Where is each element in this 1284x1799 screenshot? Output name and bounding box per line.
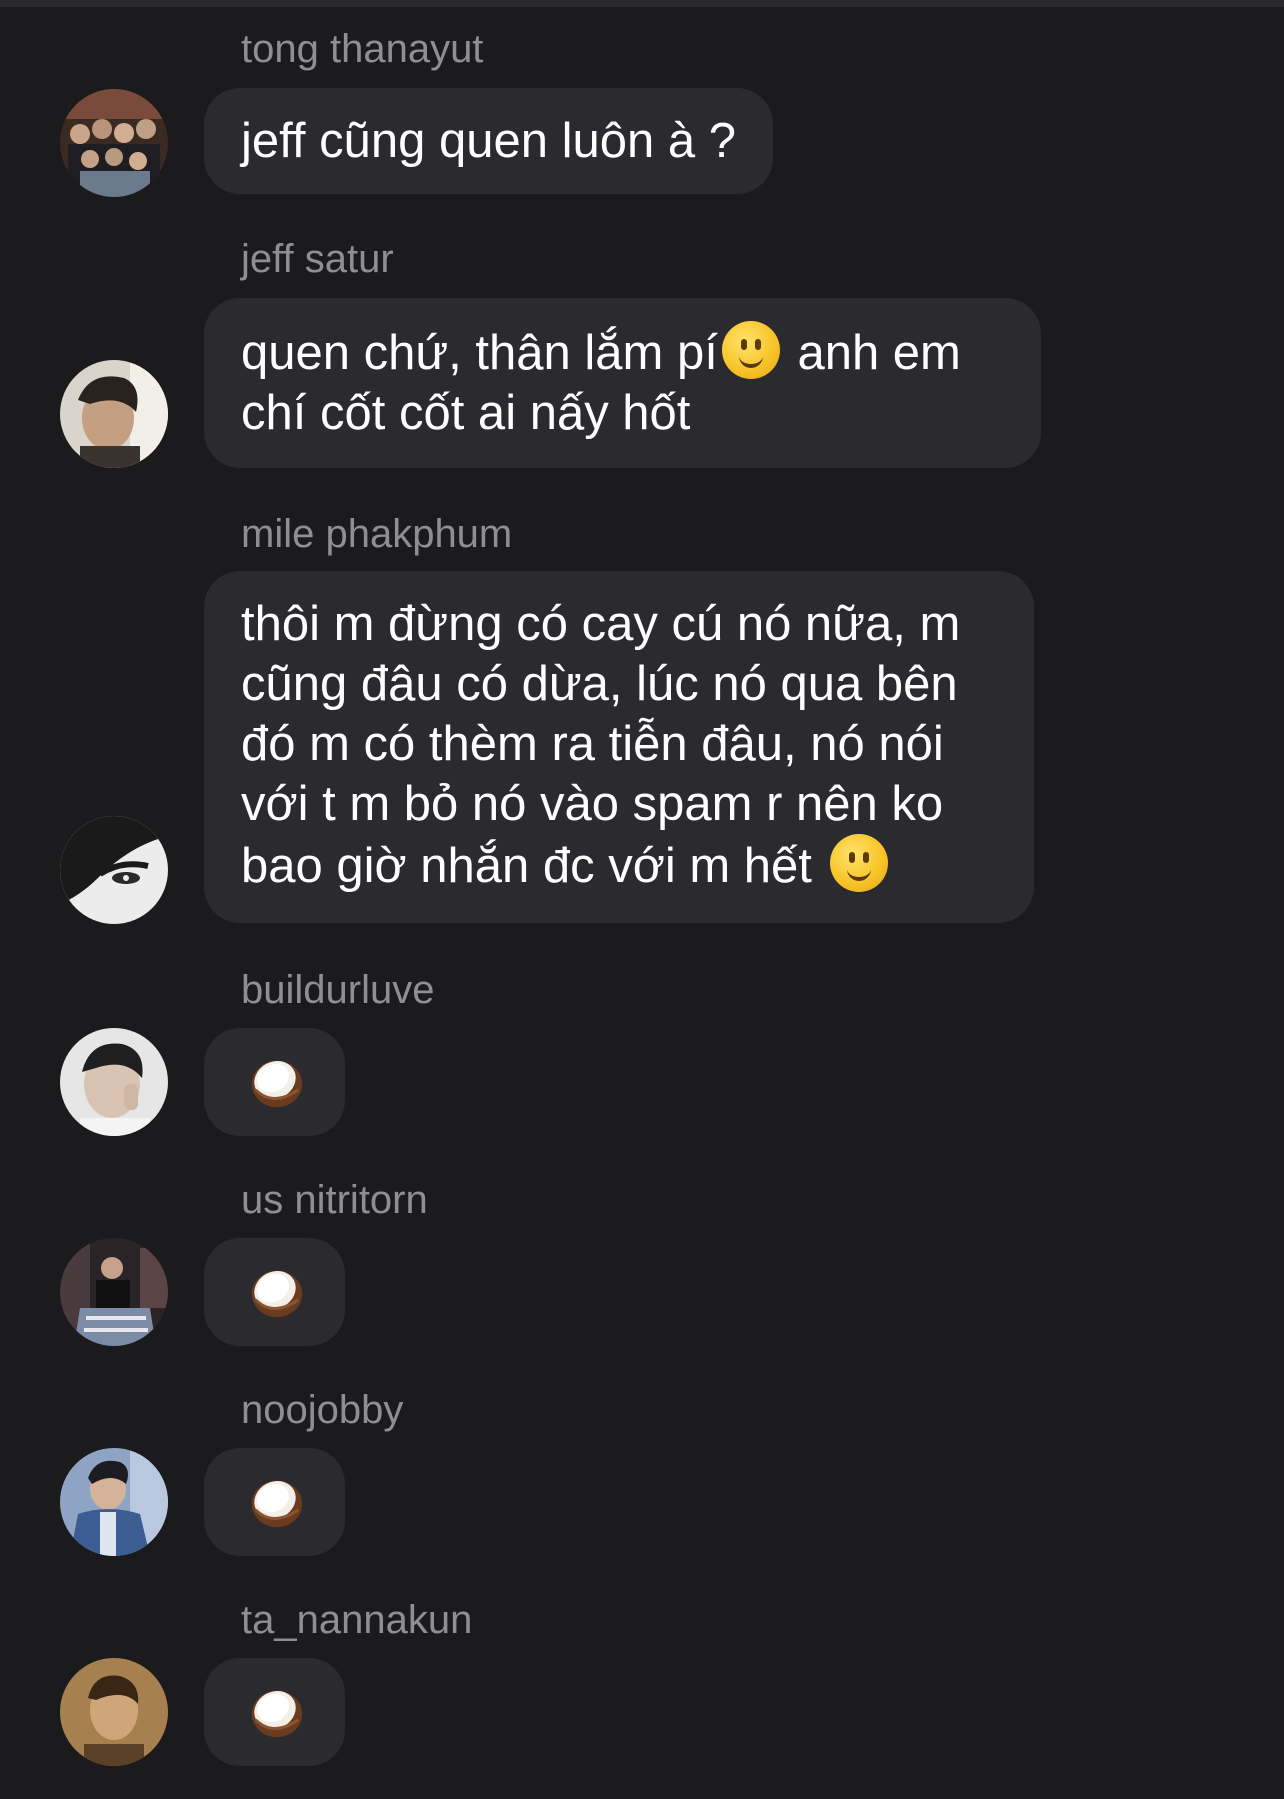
avatar-jeff-satur[interactable] bbox=[60, 360, 168, 468]
coconut-icon bbox=[251, 1270, 302, 1318]
message-bubble[interactable]: jeff cũng quen luôn à ? bbox=[204, 88, 773, 194]
avatar-us-nitritorn[interactable] bbox=[60, 1238, 168, 1346]
slightly-smiling-face-icon bbox=[829, 834, 888, 892]
message-bubble[interactable] bbox=[204, 1658, 345, 1766]
message-bubble[interactable]: quen chứ, thân lắm pí anh em chí cốt cốt… bbox=[204, 298, 1041, 468]
sender-name[interactable]: jeff satur bbox=[241, 236, 394, 282]
avatar-mile-phakphum[interactable] bbox=[60, 816, 168, 924]
sender-name[interactable]: us nitritorn bbox=[241, 1177, 428, 1223]
message-text: quen chứ, thân lắm pí bbox=[241, 326, 718, 380]
sender-name[interactable]: tong thanayut bbox=[241, 26, 483, 72]
coconut-icon bbox=[251, 1690, 302, 1738]
coconut-icon bbox=[251, 1480, 302, 1528]
avatar-noojobby[interactable] bbox=[60, 1448, 168, 1556]
message-bubble[interactable] bbox=[204, 1028, 345, 1136]
message-bubble[interactable]: thôi m đừng có cay cú nó nữa, m cũng đâu… bbox=[204, 571, 1034, 923]
sender-name[interactable]: mile phakphum bbox=[241, 511, 512, 557]
sender-name[interactable]: ta_nannakun bbox=[241, 1597, 472, 1643]
avatar-tong-thanayut[interactable] bbox=[60, 89, 168, 197]
coconut-icon bbox=[251, 1060, 302, 1108]
message-bubble[interactable] bbox=[204, 1238, 345, 1346]
message-bubble[interactable] bbox=[204, 1448, 345, 1556]
slightly-smiling-face-icon bbox=[721, 321, 780, 379]
chat-thread: tong thanayut jeff cũng quen luôn à ? je… bbox=[0, 0, 1284, 1799]
sender-name[interactable]: buildurluve bbox=[241, 967, 434, 1013]
message-text: jeff cũng quen luôn à ? bbox=[241, 114, 736, 168]
avatar-buildurluve[interactable] bbox=[60, 1028, 168, 1136]
avatar-ta-nannakun[interactable] bbox=[60, 1658, 168, 1766]
sender-name[interactable]: noojobby bbox=[241, 1387, 403, 1433]
